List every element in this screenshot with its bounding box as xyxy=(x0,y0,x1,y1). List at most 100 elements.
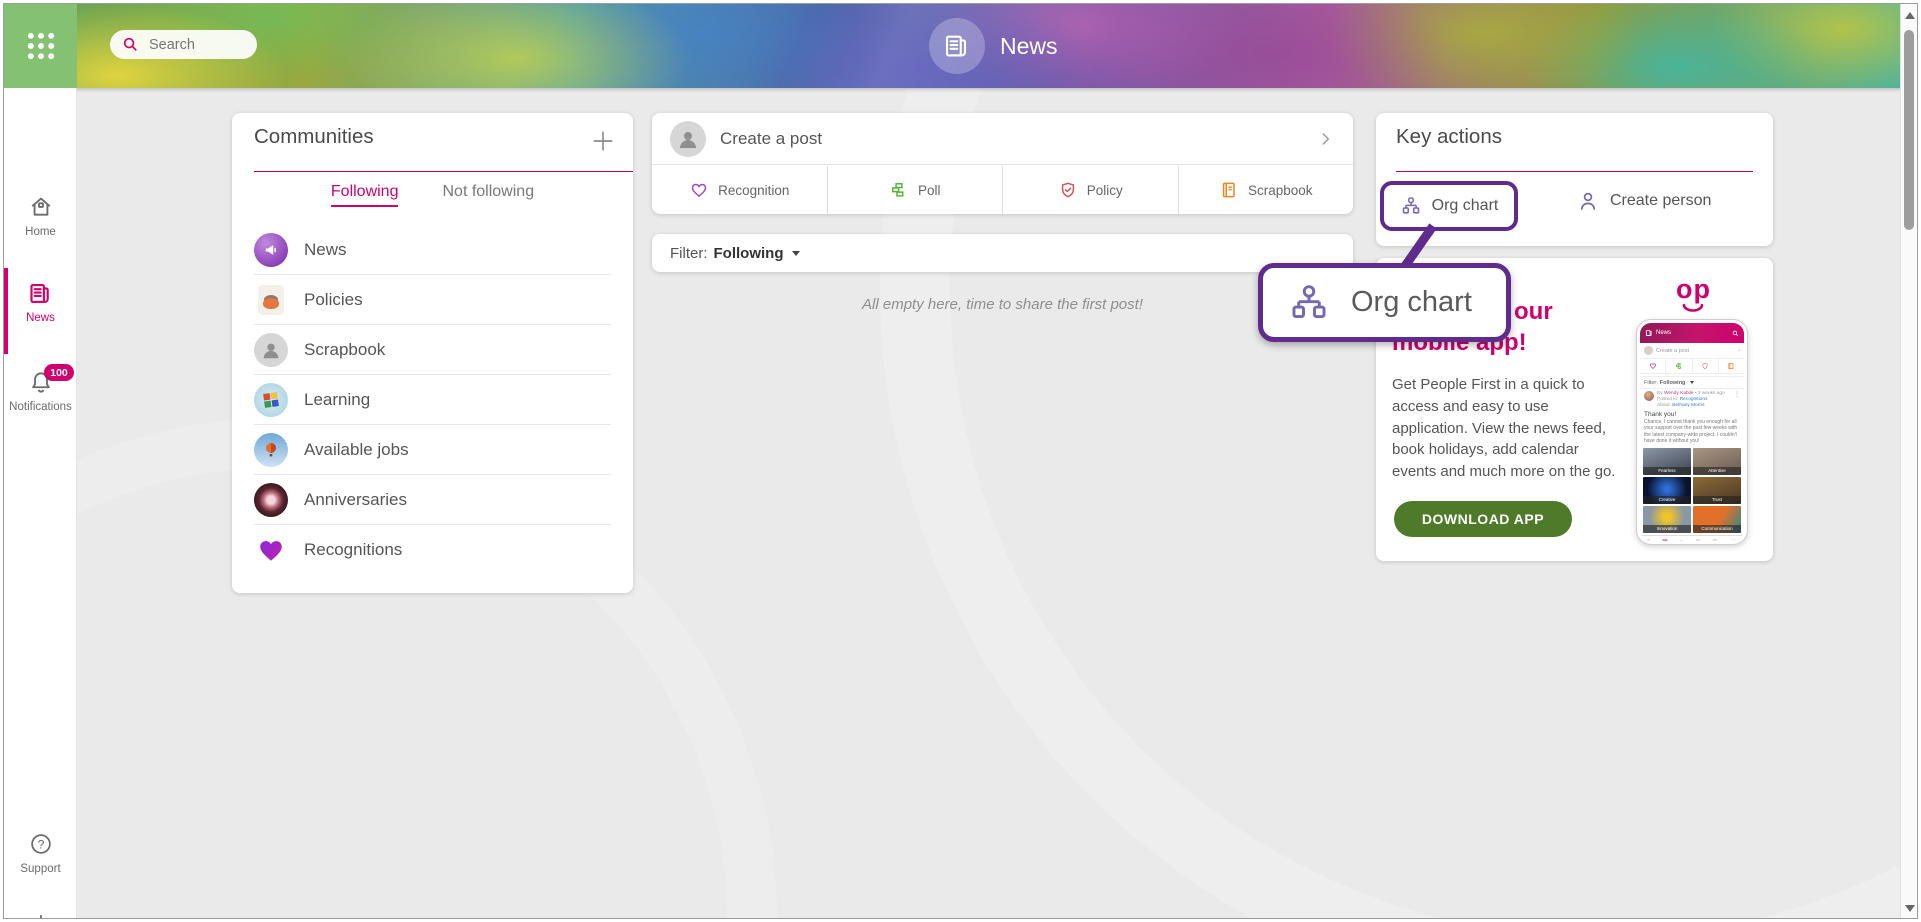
chevron-right-icon: › xyxy=(1738,348,1740,354)
org-chart-callout: Org chart xyxy=(1258,263,1511,342)
user-avatar xyxy=(670,121,706,157)
action-label: Recognition xyxy=(718,183,789,198)
phone-header: News xyxy=(1640,323,1744,343)
org-chart-icon xyxy=(1400,195,1422,217)
list-item-scrapbook[interactable]: Scrapbook xyxy=(254,325,611,375)
logo-text: op xyxy=(1676,276,1711,303)
action-label: Scrapbook xyxy=(1248,183,1313,198)
download-app-button[interactable]: DOWNLOAD APP xyxy=(1394,501,1572,537)
grid-tile: Communication xyxy=(1693,506,1741,533)
nav-my-team: ◎My team xyxy=(1690,536,1707,541)
logo-smile xyxy=(1676,303,1710,313)
grid-tile: Creative xyxy=(1643,477,1691,504)
list-item-available-jobs[interactable]: Available jobs xyxy=(254,425,611,475)
gear-icon xyxy=(27,912,55,919)
tab-not-following[interactable]: Not following xyxy=(442,183,534,207)
shield-check-icon xyxy=(1693,359,1719,373)
phone-create-post-row: Create a post › xyxy=(1640,343,1744,359)
poll-icon xyxy=(1666,359,1692,373)
sidebar-item-support[interactable]: ? Support xyxy=(4,830,77,875)
communities-title: Communities xyxy=(254,125,374,149)
search-input[interactable] xyxy=(147,36,246,54)
recognition-button[interactable]: Recognition xyxy=(652,166,828,214)
list-item-news[interactable]: News xyxy=(254,225,611,275)
sidebar-item-label: Home xyxy=(25,226,56,238)
action-label: Create person xyxy=(1610,192,1711,210)
scrapbook-button[interactable]: Scrapbook xyxy=(1179,166,1354,214)
ring-avatar xyxy=(254,483,288,517)
news-title-badge xyxy=(929,18,985,74)
filter-label: Filter: xyxy=(1644,380,1658,386)
notifications-count-badge: 100 xyxy=(44,364,74,381)
search-icon xyxy=(1732,330,1739,337)
action-label: Org chart xyxy=(1432,197,1499,215)
key-actions-title: Key actions xyxy=(1396,125,1502,149)
svg-text:?: ? xyxy=(37,837,44,851)
list-item-learning[interactable]: Learning xyxy=(254,375,611,425)
list-item-label: Policies xyxy=(304,290,363,310)
nav-news: ▤News xyxy=(1657,536,1674,541)
create-post-prompt: Create a post xyxy=(720,129,1301,149)
policies-avatar xyxy=(258,285,284,315)
kebab-menu-icon: ⋮ xyxy=(1734,391,1740,409)
sidebar-item-label: Support xyxy=(20,863,60,875)
action-label: Policy xyxy=(1087,183,1123,198)
nav-me: ○Me xyxy=(1673,536,1690,541)
post-title: Thank you! xyxy=(1644,411,1740,418)
vertical-scrollbar[interactable] xyxy=(1900,4,1917,918)
left-sidebar: Home News Notifications 100 xyxy=(4,88,77,918)
chevron-right-icon[interactable] xyxy=(1315,129,1335,149)
app-launcher-button[interactable] xyxy=(4,4,77,88)
list-item-policies[interactable]: Policies xyxy=(254,275,611,325)
avatar xyxy=(1644,391,1654,401)
page-title: News xyxy=(1000,33,1058,60)
chevron-down-icon xyxy=(1690,381,1694,384)
sidebar-item-home[interactable]: Home xyxy=(4,193,77,238)
news-icon xyxy=(27,280,54,307)
empty-feed-message: All empty here, time to share the first … xyxy=(652,296,1353,313)
filter-value: Following xyxy=(714,245,784,262)
create-post-row[interactable]: Create a post xyxy=(652,113,1353,165)
scrollbar-thumb[interactable] xyxy=(1904,30,1914,230)
action-label: Poll xyxy=(918,183,941,198)
create-person-button[interactable]: Create person xyxy=(1576,189,1711,213)
list-item-label: Anniversaries xyxy=(304,490,407,510)
list-item-label: News xyxy=(304,240,347,260)
list-item-anniversaries[interactable]: Anniversaries xyxy=(254,475,611,525)
policy-button[interactable]: Policy xyxy=(1003,166,1179,214)
nav-notifications: ♡Notifications xyxy=(1723,536,1744,541)
feed-filter-bar[interactable]: Filter: Following xyxy=(652,234,1353,272)
sidebar-item-settings[interactable]: Settings xyxy=(4,912,77,919)
nav-check-in: ◷Check-in xyxy=(1707,536,1724,541)
grid-tile: Trust xyxy=(1693,477,1741,504)
heart-avatar xyxy=(254,533,288,567)
phone-image-grid: Fearless Attentive Creative Trust Innova… xyxy=(1643,448,1741,533)
page-title-group: News xyxy=(929,18,1058,74)
tab-following[interactable]: Following xyxy=(331,183,399,207)
scroll-up-arrow[interactable] xyxy=(1905,12,1915,19)
search-box[interactable] xyxy=(110,30,257,59)
communities-list: News Policies Scrapbook Lea xyxy=(232,225,633,574)
title-underline xyxy=(254,171,633,172)
post-body: Chance, I cannot thank you enough for al… xyxy=(1644,419,1740,445)
person-avatar xyxy=(254,333,288,367)
poll-button[interactable]: Poll xyxy=(828,166,1004,214)
phone-filter-row: Filter: Following xyxy=(1640,376,1744,389)
communities-panel: Communities Following Not following News… xyxy=(232,113,633,593)
create-post-card: Create a post Recognition Poll xyxy=(652,113,1353,214)
promo-heading-line1: our xyxy=(1514,298,1553,326)
phone-post-actions xyxy=(1640,359,1744,374)
sidebar-item-news[interactable]: News xyxy=(4,280,77,324)
sidebar-item-label: Notifications xyxy=(9,401,72,413)
scroll-down-arrow[interactable] xyxy=(1905,905,1915,912)
app-window: News Home News xyxy=(3,3,1918,919)
avatar xyxy=(1644,346,1653,355)
org-chart-icon xyxy=(1287,281,1331,325)
home-icon xyxy=(27,193,55,221)
phone-create-post-label: Create a post xyxy=(1656,348,1735,354)
add-community-button[interactable] xyxy=(589,127,617,155)
heart-icon xyxy=(1640,359,1666,373)
balloon-avatar xyxy=(254,433,288,467)
callout-label: Org chart xyxy=(1351,286,1472,319)
list-item-recognitions[interactable]: Recognitions xyxy=(254,525,611,574)
